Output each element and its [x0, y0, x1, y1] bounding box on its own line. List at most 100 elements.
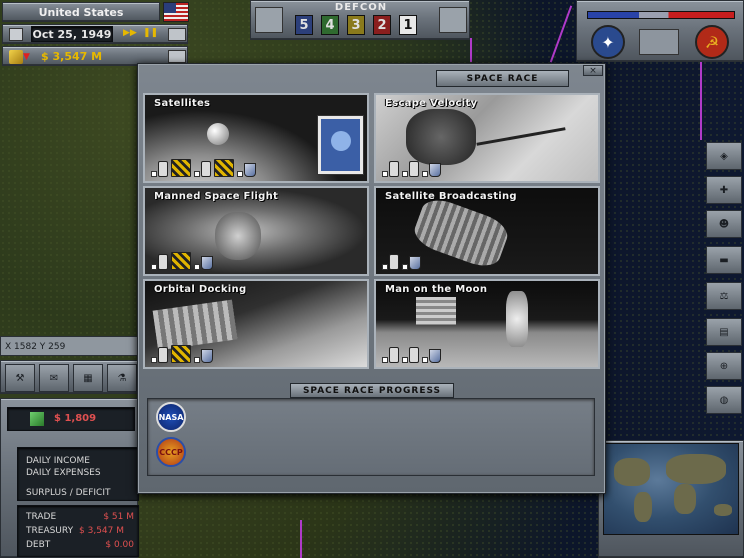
rocket-icon — [389, 347, 399, 363]
requirements — [382, 161, 441, 177]
flask-icon: ⚗ — [117, 372, 127, 384]
project-grid: Satellites Escape Velocity Manned Space … — [141, 93, 602, 375]
close-button[interactable]: × — [583, 65, 603, 76]
project-satellite-broadcasting[interactable]: Satellite Broadcasting — [374, 186, 600, 276]
options-icon[interactable] — [168, 28, 186, 41]
toolbar: ⚒ ✉ ▦ ⚗ — [0, 360, 138, 394]
minimap-panel — [598, 440, 744, 558]
project-orbital-docking[interactable]: Orbital Docking — [143, 279, 369, 369]
rocket-icon — [409, 347, 419, 363]
requirements — [382, 347, 441, 363]
debt-value: $ 0.00 — [105, 540, 134, 550]
defcon-level-1[interactable]: 1 — [399, 15, 417, 35]
economy-icon: ✉ — [49, 372, 59, 384]
surplus-label: SURPLUS / DEFICIT — [26, 488, 111, 498]
tank-icon: ▬ — [719, 254, 729, 266]
tile-title: Man on the Moon — [385, 284, 488, 295]
research-icon — [201, 256, 213, 270]
game-date: Oct 25, 1949 — [31, 26, 113, 42]
research-icon — [244, 163, 256, 177]
cursor-coords: X 1582 Y 259 — [0, 336, 138, 356]
rocket-icon — [389, 254, 399, 270]
requirements — [151, 159, 256, 177]
defcon-panel: DEFCON 5 4 3 2 1 — [250, 0, 470, 40]
warsaw-pact-emblem-icon[interactable]: ☭ — [695, 25, 729, 59]
factory-icon: ▤ — [719, 326, 729, 338]
intel-button[interactable]: ◈ — [706, 142, 742, 170]
project-manned-space-flight[interactable]: Manned Space Flight — [143, 186, 369, 276]
research-icon — [429, 349, 441, 363]
globe-button[interactable]: ◍ — [706, 386, 742, 414]
ledger-box: TRADE $ 51 M TREASURY $ 3,547 M DEBT $ 0… — [17, 505, 139, 557]
defcon-level-5[interactable]: 5 — [295, 15, 313, 35]
defcon-level-3[interactable]: 3 — [347, 15, 365, 35]
research-icon — [409, 256, 421, 270]
military-button[interactable]: ▬ — [706, 246, 742, 274]
treasury-label: TREASURY — [26, 526, 74, 536]
bomber-icon[interactable] — [439, 7, 467, 33]
requirements — [151, 252, 213, 270]
tile-title: Escape Velocity — [385, 98, 478, 109]
progress-title: SPACE RACE PROGRESS — [290, 383, 454, 398]
production-button[interactable]: ▤ — [706, 318, 742, 346]
defcon-level-2[interactable]: 2 — [373, 15, 391, 35]
stamp-icon — [318, 116, 363, 174]
cccp-logo-icon: CCCP — [156, 437, 186, 467]
united-nations-button[interactable]: ⊕ — [706, 352, 742, 380]
intel-icon: ◈ — [720, 150, 728, 162]
nation-hud: United States Oct 25, 1949 ▶▶ ❚❚ ▼ $ 3,5… — [0, 0, 192, 68]
minimap[interactable] — [603, 443, 739, 535]
construction-icon — [171, 345, 191, 363]
trade-label: TRADE — [26, 512, 57, 522]
funds-value: $ 1,809 — [54, 413, 97, 424]
globe-icon: ◍ — [719, 394, 729, 406]
income-box: DAILY INCOME DAILY EXPENSES SURPLUS / DE… — [17, 447, 139, 501]
research-button[interactable]: ✚ — [706, 176, 742, 204]
gold-icon — [9, 50, 23, 64]
tile-title: Orbital Docking — [154, 284, 247, 295]
tile-title: Satellite Broadcasting — [385, 191, 517, 202]
daily-income-label: DAILY INCOME — [26, 456, 90, 466]
requirements — [151, 345, 213, 363]
trade-value: $ 51 M — [103, 512, 134, 522]
trade-button[interactable]: ⚖ — [706, 282, 742, 310]
missile-icon[interactable] — [255, 7, 283, 33]
nato-emblem-icon[interactable]: ✦ — [591, 25, 625, 59]
project-satellites[interactable]: Satellites — [143, 93, 369, 183]
budget-panel: $ 1,809 DAILY INCOME DAILY EXPENSES SURP… — [0, 398, 139, 558]
build-button[interactable]: ⚒ — [5, 364, 35, 392]
defcon-label: DEFCON — [334, 2, 388, 13]
rocket-icon — [389, 161, 399, 177]
alliance-balance-bar — [587, 11, 735, 19]
diplomacy-icon[interactable] — [639, 29, 679, 55]
country-name[interactable]: United States — [2, 2, 160, 22]
defcon-level-4[interactable]: 4 — [321, 15, 339, 35]
research-icon — [429, 163, 441, 177]
economy-button[interactable]: ✉ — [39, 364, 69, 392]
pause-icon[interactable]: ❚❚ — [143, 28, 158, 41]
rocket-icon — [201, 161, 211, 177]
project-escape-velocity[interactable]: Escape Velocity — [374, 93, 600, 183]
requirements — [382, 254, 421, 270]
debt-label: DEBT — [26, 540, 51, 550]
leader-button[interactable]: ☻ — [706, 210, 742, 238]
construction-icon — [171, 252, 191, 270]
down-arrow-icon: ▼ — [23, 52, 30, 62]
build-icon: ⚒ — [15, 372, 25, 384]
science-button[interactable]: ⚗ — [107, 364, 137, 392]
close-icon: × — [589, 65, 597, 76]
leader-icon: ☻ — [718, 218, 730, 230]
rocket-icon — [158, 254, 168, 270]
fast-forward-icon[interactable]: ▶▶ — [123, 28, 139, 41]
rocket-icon — [158, 161, 168, 177]
us-flag-icon[interactable] — [163, 2, 189, 22]
crates-icon: ▦ — [83, 372, 93, 384]
project-man-on-the-moon[interactable]: Man on the Moon — [374, 279, 600, 369]
nasa-logo-icon: NASA — [156, 402, 186, 432]
finance-icon[interactable] — [168, 50, 186, 63]
resources-button[interactable]: ▦ — [73, 364, 103, 392]
calendar-icon — [9, 28, 23, 41]
daily-expenses-label: DAILY EXPENSES — [26, 468, 101, 478]
alliance-panel: ✦ ☭ — [576, 0, 744, 62]
rocket-icon — [409, 161, 419, 177]
